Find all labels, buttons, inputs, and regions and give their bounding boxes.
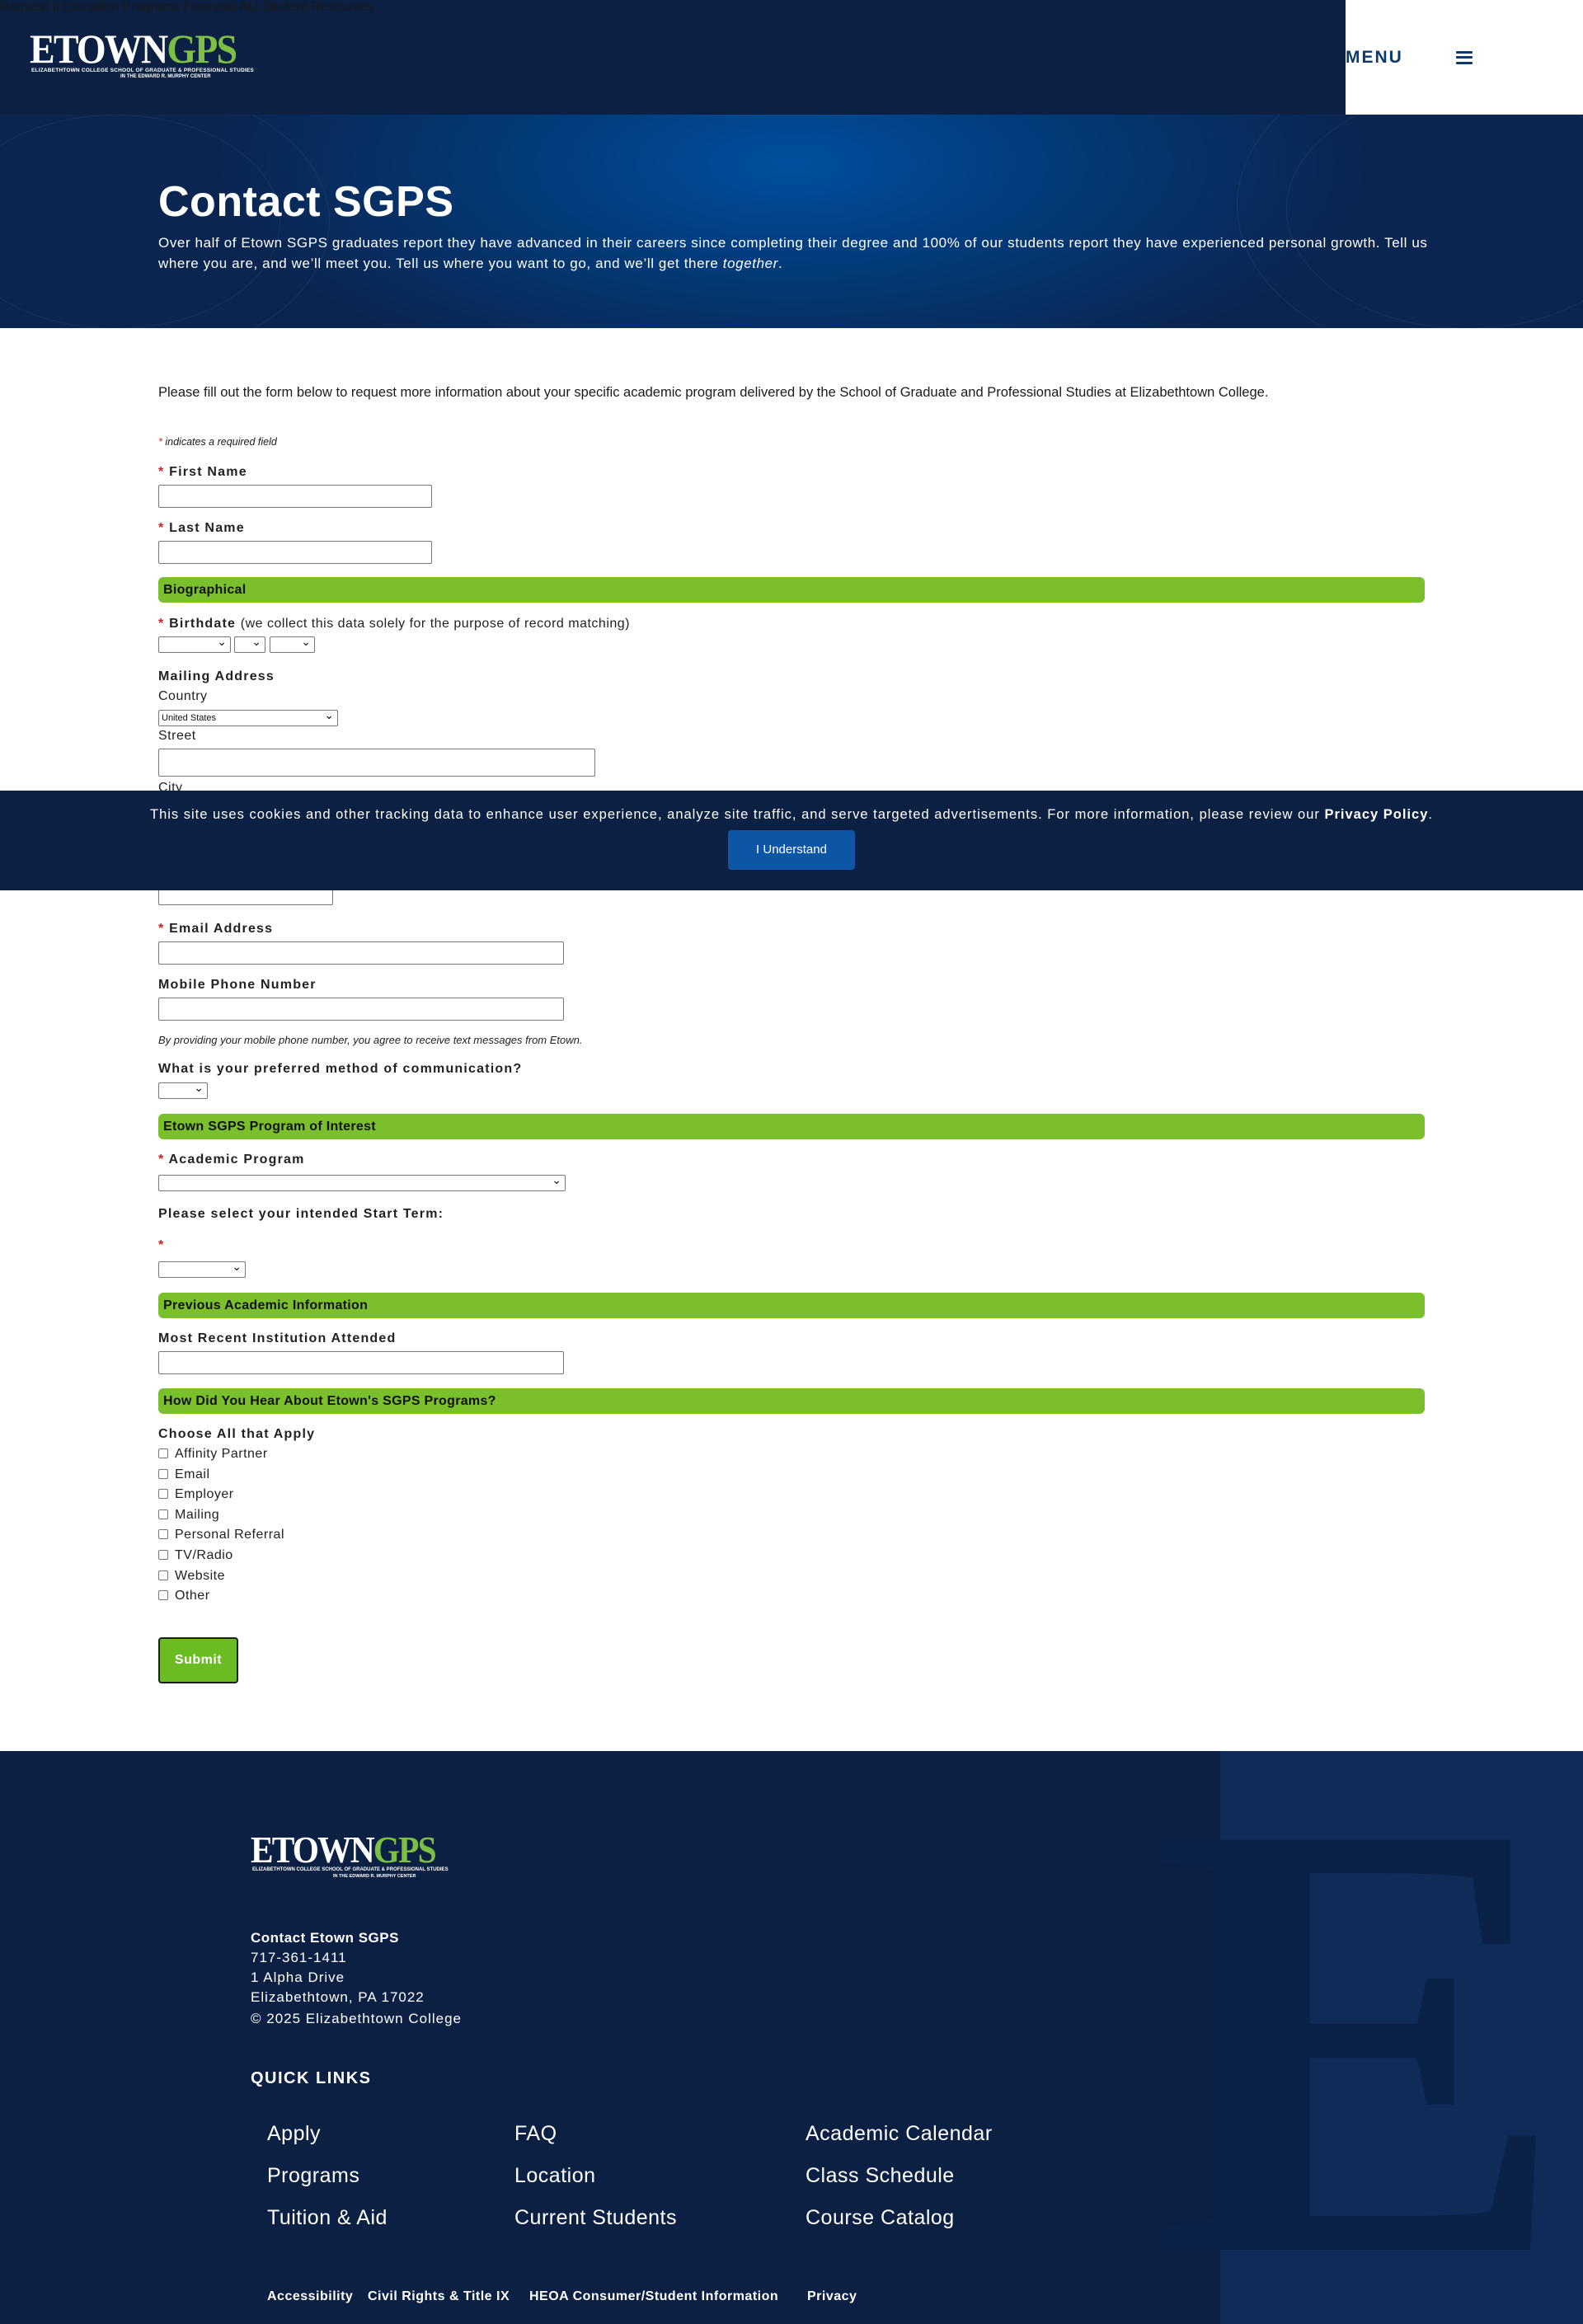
country-select[interactable]: United States [158, 707, 338, 726]
checkbox-icon [158, 1529, 168, 1539]
menu-button[interactable]: MENU [1346, 0, 1583, 115]
last-name-label: * Last Name [158, 521, 245, 535]
checkbox-icon [158, 1489, 168, 1499]
legal-link-heoa[interactable]: HEOA Consumer/Student Information [529, 2289, 778, 2304]
mobile-phone-input[interactable] [158, 998, 564, 1021]
choose-all-label: Choose All that Apply [158, 1427, 316, 1441]
legal-link-civil-rights[interactable]: Civil Rights & Title IX [368, 2289, 510, 2304]
academic-program-select[interactable] [158, 1172, 566, 1191]
contact-address-2: Elizabethtown, PA 17022 [251, 1989, 425, 2005]
quick-link-programs[interactable]: Programs [267, 2164, 359, 2188]
privacy-policy-link[interactable]: Privacy Policy [1325, 807, 1429, 822]
quick-link-tuition-aid[interactable]: Tuition & Aid [267, 2206, 388, 2230]
street-label: Street [158, 729, 196, 743]
checkbox-icon [158, 1469, 168, 1479]
contact-address-1: 1 Alpha Drive [251, 1970, 345, 1985]
preferred-communication-select[interactable] [158, 1080, 208, 1099]
section-biographical: Biographical [158, 577, 1425, 603]
site-footer: E ETOWNGPS ELIZABETHTOWN COLLEGE SCHOOL … [0, 1751, 1583, 2324]
start-term-label: Please select your intended Start Term: [158, 1207, 444, 1221]
academic-program-label: * Academic Program [158, 1153, 305, 1167]
checkbox-icon [158, 1448, 168, 1458]
preferred-communication-label: What is your preferred method of communi… [158, 1062, 523, 1076]
quick-link-class-schedule[interactable]: Class Schedule [806, 2164, 955, 2188]
checkbox-employer[interactable]: Employer [158, 1487, 234, 1502]
form-intro: Please fill out the form below to reques… [158, 385, 1269, 400]
quick-links-title: QUICK LINKS [251, 2069, 372, 2087]
nav-financial-aid[interactable]: Financial Aid [183, 0, 258, 14]
contact-phone[interactable]: 717-361-1411 [251, 1950, 347, 1965]
nav-student-resources[interactable]: Student Resources [262, 0, 374, 14]
hero-banner: Contact SGPS Over half of Etown SGPS gra… [0, 115, 1583, 328]
mobile-phone-label: Mobile Phone Number [158, 978, 317, 992]
page-title: Contact SGPS [158, 178, 454, 226]
copyright: © 2025 Elizabethtown College [251, 2011, 463, 2026]
checkbox-icon [158, 1590, 168, 1600]
checkbox-affinity-partner[interactable]: Affinity Partner [158, 1447, 268, 1462]
checkbox-icon [158, 1570, 168, 1580]
email-input[interactable] [158, 941, 564, 965]
hamburger-icon [1456, 50, 1473, 64]
birth-month-select[interactable] [158, 634, 231, 653]
nav-programs[interactable]: Programs [123, 0, 180, 14]
footer-decor-e: E [1150, 1751, 1568, 2324]
checkbox-website[interactable]: Website [158, 1569, 225, 1584]
logo-tagline: ELIZABETHTOWN COLLEGE SCHOOL OF GRADUATE… [31, 68, 254, 73]
required-note: * indicates a required field [158, 436, 277, 448]
first-name-input[interactable] [158, 485, 432, 508]
quick-link-location[interactable]: Location [514, 2164, 596, 2188]
section-program-of-interest: Etown SGPS Program of Interest [158, 1114, 1425, 1139]
checkbox-tv-radio[interactable]: TV/Radio [158, 1548, 233, 1563]
legal-link-privacy[interactable]: Privacy [807, 2289, 857, 2304]
checkbox-email[interactable]: Email [158, 1467, 210, 1482]
start-term-required-mark: * [158, 1238, 165, 1252]
birth-day-select[interactable] [234, 634, 265, 653]
birthdate-label: * Birthdate (we collect this data solely… [158, 617, 630, 631]
cookie-accept-button[interactable]: I Understand [728, 830, 855, 870]
institution-input[interactable] [158, 1351, 564, 1374]
section-previous-academic: Previous Academic Information [158, 1293, 1425, 1318]
logo-tagline-2: IN THE EDWARD R. MURPHY CENTER [120, 74, 211, 79]
contact-title: Contact Etown SGPS [251, 1930, 399, 1946]
country-label: Country [158, 689, 208, 703]
quick-link-apply[interactable]: Apply [267, 2122, 321, 2146]
section-how-did-you-hear: How Did You Hear About Etown's SGPS Prog… [158, 1388, 1425, 1414]
email-label: * Email Address [158, 922, 274, 936]
first-name-label: * First Name [158, 465, 247, 479]
start-term-select[interactable] [158, 1259, 246, 1278]
legal-link-accessibility[interactable]: Accessibility [267, 2289, 353, 2304]
menu-label: MENU [1346, 47, 1403, 67]
last-name-input[interactable] [158, 541, 432, 564]
etowngps-logo[interactable]: ETOWNGPS ELIZABETHTOWN COLLEGE SCHOOL OF… [30, 28, 254, 82]
footer-contact: Contact Etown SGPS 717-361-1411 1 Alpha … [251, 1928, 425, 2007]
hero-text: Over half of Etown SGPS graduates report… [158, 235, 1428, 271]
institution-label: Most Recent Institution Attended [158, 1331, 397, 1345]
checkbox-mailing[interactable]: Mailing [158, 1508, 219, 1523]
site-header: ETOWNGPS ELIZABETHTOWN COLLEGE SCHOOL OF… [0, 0, 1583, 115]
checkbox-icon [158, 1509, 168, 1519]
cookie-banner: This site uses cookies and other trackin… [0, 791, 1583, 890]
birth-year-select[interactable] [270, 634, 315, 653]
nav-request-information[interactable]: Request Information [0, 0, 119, 14]
quick-link-course-catalog[interactable]: Course Catalog [806, 2206, 955, 2230]
footer-logo[interactable]: ETOWNGPS ELIZABETHTOWN COLLEGE SCHOOL OF… [251, 1831, 449, 1880]
checkbox-personal-referral[interactable]: Personal Referral [158, 1528, 284, 1542]
cookie-text: This site uses cookies and other trackin… [149, 807, 1434, 822]
mailing-address-label: Mailing Address [158, 669, 275, 683]
checkbox-icon [158, 1550, 168, 1560]
quick-link-academic-calendar[interactable]: Academic Calendar [806, 2122, 993, 2146]
quick-link-faq[interactable]: FAQ [514, 2122, 557, 2146]
mobile-phone-note: By providing your mobile phone number, y… [158, 1034, 583, 1046]
submit-button[interactable]: Submit [158, 1637, 238, 1683]
checkbox-other[interactable]: Other [158, 1589, 210, 1603]
quick-link-current-students[interactable]: Current Students [514, 2206, 677, 2230]
street-input[interactable] [158, 749, 595, 777]
